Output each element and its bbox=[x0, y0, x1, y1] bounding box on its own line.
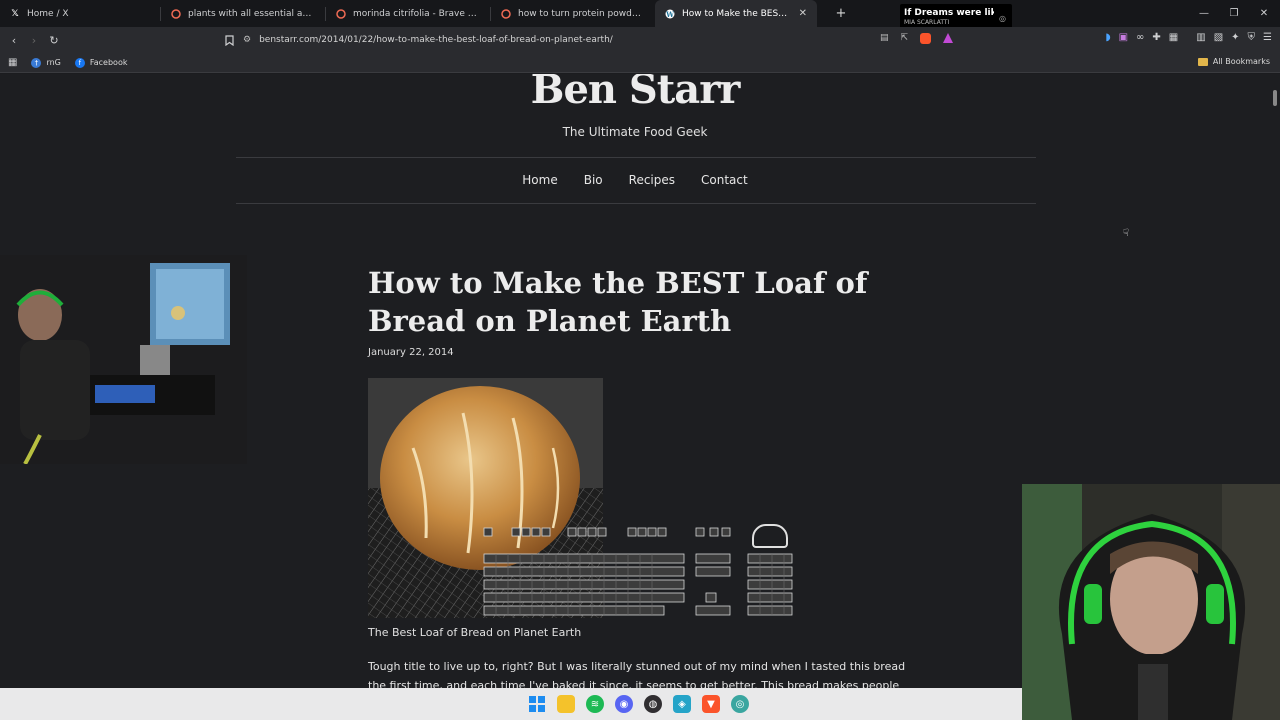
brave-search-icon bbox=[501, 8, 511, 19]
post-body: Tough title to live up to, right? But I … bbox=[368, 660, 906, 688]
post-date[interactable]: January 22, 2014 bbox=[368, 347, 454, 358]
webcam-room-image bbox=[0, 255, 247, 464]
tab-label: how to turn protein powder into a ba bbox=[518, 8, 645, 19]
reload-icon[interactable]: ↻ bbox=[44, 30, 64, 50]
tab-amino-acids[interactable]: plants with all essential amino acids bbox=[161, 0, 325, 27]
tab-protein-powder[interactable]: how to turn protein powder into a ba bbox=[491, 0, 655, 27]
all-bookmarks-button[interactable]: All Bookmarks bbox=[1197, 57, 1270, 66]
menu-icon[interactable]: ☰ bbox=[1263, 32, 1272, 43]
bookmark-rng[interactable]: † rnG bbox=[31, 57, 61, 68]
keyboard-overlay bbox=[482, 524, 802, 619]
windows-taskbar: ≋ ◉ ◍ ◈ ▼ ◎ bbox=[0, 688, 1022, 720]
rng-icon: † bbox=[31, 57, 42, 68]
reader-mode-icon[interactable]: ▤ bbox=[880, 33, 889, 44]
brave-rewards-icon[interactable] bbox=[943, 33, 953, 43]
obs-icon[interactable]: ◍ bbox=[644, 695, 662, 713]
all-bookmarks-label: All Bookmarks bbox=[1212, 57, 1270, 66]
media-icon[interactable]: ▦ bbox=[1169, 32, 1178, 43]
tab-label: How to Make the BEST Loaf of Br bbox=[682, 8, 791, 19]
shield-icon[interactable]: ⛨ bbox=[1248, 32, 1256, 43]
mouse-overlay-icon bbox=[752, 524, 788, 548]
folder-icon bbox=[1197, 57, 1208, 66]
nav-recipes[interactable]: Recipes bbox=[629, 173, 675, 187]
extensions-puzzle-icon[interactable]: ✚ bbox=[1152, 32, 1160, 43]
bookmark-label: Facebook bbox=[89, 58, 128, 67]
image-caption: The Best Loaf of Bread on Planet Earth bbox=[368, 626, 582, 639]
divider bbox=[236, 203, 1036, 204]
webcam-face-image bbox=[1022, 484, 1280, 720]
new-tab-button[interactable]: + bbox=[831, 6, 851, 21]
back-arrow-icon[interactable]: ‹ bbox=[4, 30, 24, 50]
tab-morinda[interactable]: morinda citrifolia - Brave Search bbox=[326, 0, 490, 27]
site-title[interactable]: Ben Starr bbox=[0, 74, 1270, 113]
post-title: How to Make the BEST Loaf of Bread on Pl… bbox=[368, 266, 868, 338]
site-tagline: The Ultimate Food Geek bbox=[562, 125, 708, 139]
webcam-face-view bbox=[1022, 484, 1280, 720]
wordpress-icon: W bbox=[665, 9, 675, 19]
site-info-icon[interactable]: ⚙ bbox=[243, 35, 251, 45]
facebook-icon: f bbox=[74, 57, 85, 68]
webcam-room-view bbox=[0, 255, 247, 464]
file-explorer-icon[interactable] bbox=[557, 695, 575, 713]
mouse-cursor-icon: ☟ bbox=[1123, 228, 1130, 239]
main-nav: Home Bio Recipes Contact bbox=[0, 173, 1270, 187]
leo-ai-icon[interactable]: ✦ bbox=[1231, 32, 1239, 43]
restore-button[interactable]: ❐ bbox=[1218, 0, 1250, 27]
bookmarks-bar: ▦ † rnG f Facebook All Bookmarks bbox=[0, 53, 1280, 73]
tab-x[interactable]: 𝕏 Home / X bbox=[0, 0, 160, 27]
windows-start-icon[interactable] bbox=[528, 695, 546, 713]
tab-strip: 𝕏 Home / X plants with all essential ami… bbox=[0, 0, 1280, 36]
media-title: If Dreams were like bbox=[904, 8, 994, 18]
app-icon[interactable]: ◈ bbox=[673, 695, 691, 713]
url-text[interactable]: benstarr.com/2014/01/22/how-to-make-the-… bbox=[259, 35, 613, 45]
tab-label: Home / X bbox=[27, 8, 69, 19]
forward-arrow-icon[interactable]: › bbox=[24, 30, 44, 50]
brave-search-icon bbox=[336, 8, 346, 19]
nav-contact[interactable]: Contact bbox=[701, 173, 748, 187]
brave-shields-icon[interactable] bbox=[920, 33, 931, 44]
bookmark-facebook[interactable]: f Facebook bbox=[74, 57, 128, 68]
close-icon[interactable]: ✕ bbox=[799, 8, 807, 19]
extension-color-icon[interactable]: ▣ bbox=[1119, 32, 1128, 43]
spotify-icon[interactable]: ≋ bbox=[586, 695, 604, 713]
apps-grid-icon[interactable]: ▦ bbox=[8, 57, 17, 68]
nav-bio[interactable]: Bio bbox=[584, 173, 603, 187]
brave-search-icon bbox=[171, 8, 181, 19]
discord-icon[interactable]: ◉ bbox=[615, 695, 633, 713]
divider bbox=[236, 157, 1036, 158]
share-icon[interactable]: ⇱ bbox=[900, 33, 908, 44]
close-window-button[interactable]: ✕ bbox=[1248, 0, 1280, 27]
bookmark-page-icon[interactable] bbox=[219, 30, 239, 50]
tab-active-bread[interactable]: W How to Make the BEST Loaf of Br ✕ bbox=[655, 0, 817, 27]
wallet-panel-icon[interactable]: ▧ bbox=[1214, 32, 1223, 43]
bookmark-label: rnG bbox=[46, 58, 61, 67]
brave-browser-icon[interactable]: ▼ bbox=[702, 695, 720, 713]
x-logo-icon: 𝕏 bbox=[11, 8, 19, 19]
scrollbar-thumb[interactable] bbox=[1273, 90, 1277, 106]
vpn-icon[interactable]: ∞ bbox=[1136, 32, 1144, 43]
nav-home[interactable]: Home bbox=[522, 173, 557, 187]
sidebar-toggle-icon[interactable]: ▥ bbox=[1196, 32, 1205, 43]
minimize-button[interactable]: — bbox=[1188, 0, 1220, 27]
globe-app-icon[interactable]: ◎ bbox=[731, 695, 749, 713]
svg-text:W: W bbox=[665, 10, 674, 19]
tab-label: morinda citrifolia - Brave Search bbox=[353, 8, 480, 19]
address-bar[interactable]: ⚙ benstarr.com/2014/01/22/how-to-make-th… bbox=[243, 29, 963, 51]
toolbar: ‹ › ↻ ⚙ benstarr.com/2014/01/22/how-to-m… bbox=[0, 27, 1280, 53]
media-artist: MIA SCARLATTI bbox=[904, 19, 950, 26]
media-settings-icon[interactable]: ◎ bbox=[999, 14, 1006, 23]
tab-label: plants with all essential amino acids bbox=[188, 8, 315, 19]
wallet-icon[interactable]: ◗ bbox=[1105, 32, 1110, 43]
